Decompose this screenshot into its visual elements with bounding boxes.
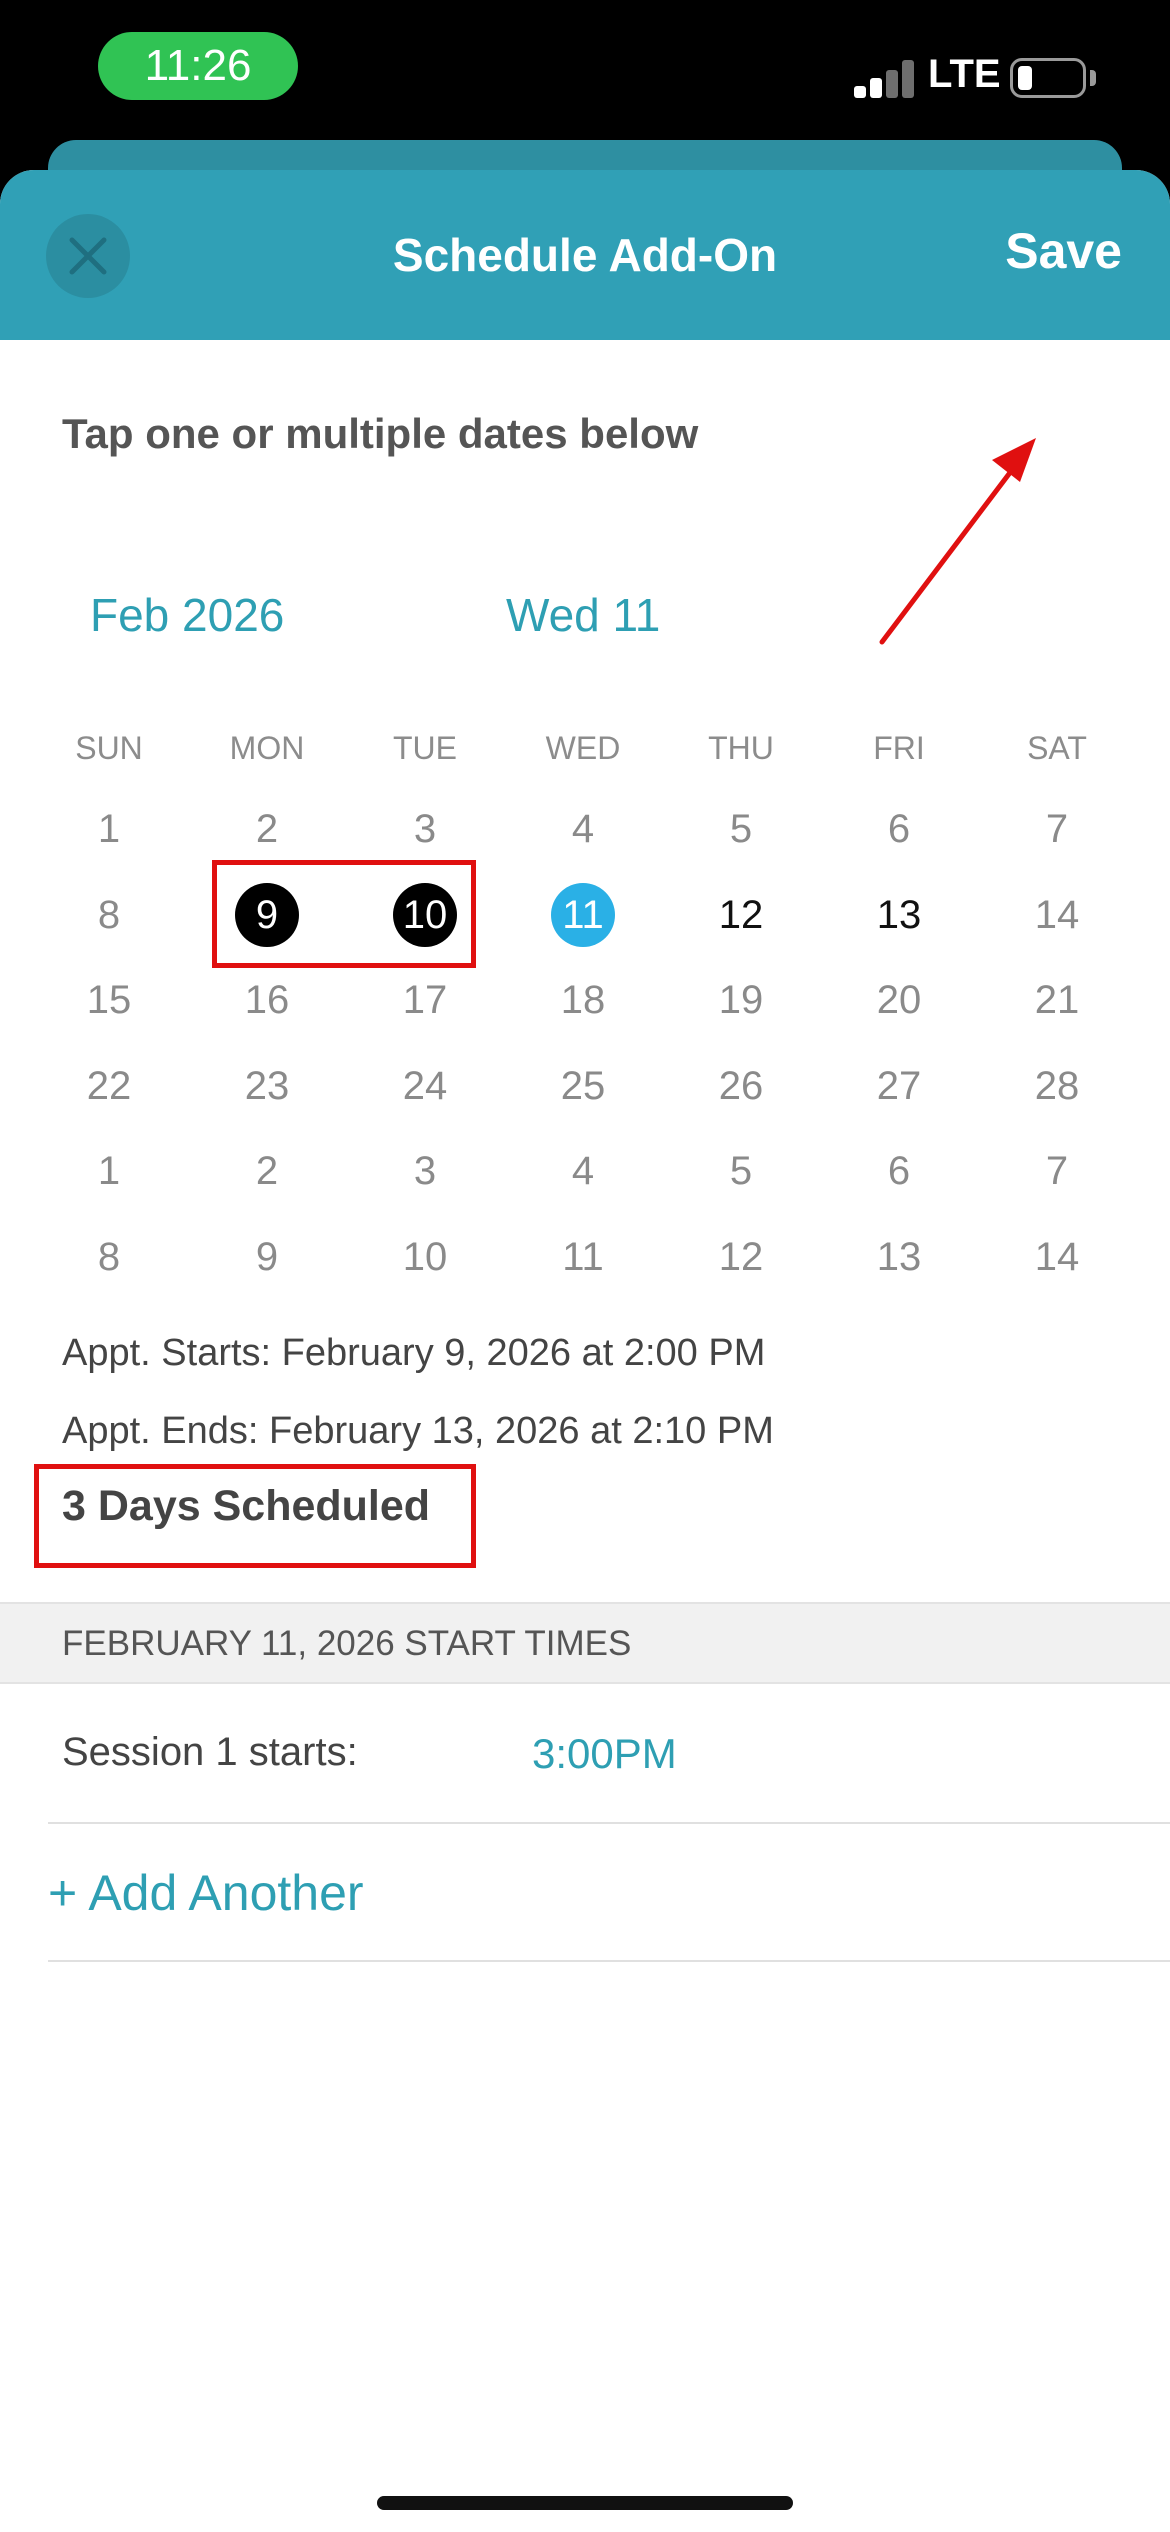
calendar-day[interactable]: 8 (30, 1222, 188, 1292)
save-button[interactable]: Save (1005, 222, 1122, 280)
calendar-day[interactable]: 27 (820, 1051, 978, 1121)
calendar-day[interactable]: 6 (820, 1136, 978, 1206)
calendar-day-scheduled[interactable]: 12 (662, 880, 820, 950)
calendar-day[interactable]: 28 (978, 1051, 1136, 1121)
session-time-picker[interactable]: 3:00PM (532, 1730, 677, 1778)
calendar-day[interactable]: 20 (820, 965, 978, 1035)
calendar-day[interactable]: 22 (30, 1051, 188, 1121)
calendar-day[interactable]: 14 (978, 1222, 1136, 1292)
signal-icon (854, 58, 918, 98)
add-another-button[interactable]: + Add Another (48, 1864, 364, 1922)
calendar-day[interactable]: 17 (346, 965, 504, 1035)
status-time: 11:26 (98, 32, 298, 100)
calendar-day[interactable]: 7 (978, 1136, 1136, 1206)
calendar-day[interactable]: 18 (504, 965, 662, 1035)
calendar-day[interactable]: 4 (504, 794, 662, 864)
calendar-day[interactable]: 15 (30, 965, 188, 1035)
weekday-label: THU (708, 730, 774, 766)
annotation-arrow (879, 438, 1036, 645)
calendar-day[interactable]: 3 (346, 1136, 504, 1206)
weekday-label: WED (545, 730, 621, 766)
weekday-label: FRI (873, 730, 925, 766)
calendar-day[interactable]: 9 (188, 1222, 346, 1292)
network-type: LTE (928, 52, 1001, 96)
schedule-addon-sheet: Schedule Add-On Save Tap one or multiple… (0, 170, 1170, 2532)
home-indicator[interactable] (377, 2496, 793, 2510)
calendar-day[interactable]: 7 (978, 794, 1136, 864)
weekday-label: MON (229, 730, 305, 766)
calendar-day[interactable]: 21 (978, 965, 1136, 1035)
calendar-day[interactable]: 26 (662, 1051, 820, 1121)
calendar-day[interactable]: 3 (346, 794, 504, 864)
calendar-day[interactable]: 2 (188, 1136, 346, 1206)
weekday-label: SUN (75, 730, 143, 766)
divider (48, 1960, 1170, 1962)
calendar-day[interactable]: 1 (30, 1136, 188, 1206)
calendar-day[interactable]: 25 (504, 1051, 662, 1121)
days-scheduled-highlight (34, 1464, 476, 1568)
calendar-day[interactable]: 14 (978, 880, 1136, 950)
appointment-end: Appt. Ends: February 13, 2026 at 2:10 PM (62, 1410, 774, 1452)
calendar-day[interactable]: 13 (820, 1222, 978, 1292)
calendar-day[interactable]: 1 (30, 794, 188, 864)
calendar-day[interactable]: 10 (346, 1222, 504, 1292)
battery-nub (1090, 70, 1096, 86)
calendar-day[interactable]: 23 (188, 1051, 346, 1121)
calendar-day[interactable]: 5 (662, 1136, 820, 1206)
calendar-day[interactable]: 4 (504, 1136, 662, 1206)
calendar-day[interactable]: 16 (188, 965, 346, 1035)
day-selector[interactable]: Wed 11 (506, 588, 660, 642)
calendar-day[interactable]: 12 (662, 1222, 820, 1292)
session-label: Session 1 starts: (62, 1730, 358, 1774)
calendar-day[interactable]: 11 (504, 1222, 662, 1292)
calendar-day[interactable]: 5 (662, 794, 820, 864)
phone-screen: 11:26 LTE Schedule Add-On Save Tap one o… (0, 0, 1170, 2532)
calendar-day[interactable]: 8 (30, 880, 188, 950)
calendar-day[interactable]: 19 (662, 965, 820, 1035)
month-selector[interactable]: Feb 2026 (90, 588, 284, 642)
appointment-start: Appt. Starts: February 9, 2026 at 2:00 P… (62, 1332, 766, 1374)
calendar-day[interactable]: 6 (820, 794, 978, 864)
sheet-title: Schedule Add-On (392, 229, 778, 281)
instruction-text: Tap one or multiple dates below (62, 410, 699, 457)
battery-icon (1010, 58, 1086, 98)
weekday-label: SAT (1027, 730, 1087, 766)
sheet-header: Schedule Add-On Save (0, 170, 1170, 340)
calendar-day[interactable]: 2 (188, 794, 346, 864)
weekday-label: TUE (393, 730, 457, 766)
calendar-day-scheduled[interactable]: 13 (820, 880, 978, 950)
calendar-day[interactable]: 24 (346, 1051, 504, 1121)
divider (48, 1822, 1170, 1824)
start-times-section-header: FEBRUARY 11, 2026 START TIMES (0, 1602, 1170, 1684)
calendar-day-today[interactable]: 11 (504, 880, 662, 950)
